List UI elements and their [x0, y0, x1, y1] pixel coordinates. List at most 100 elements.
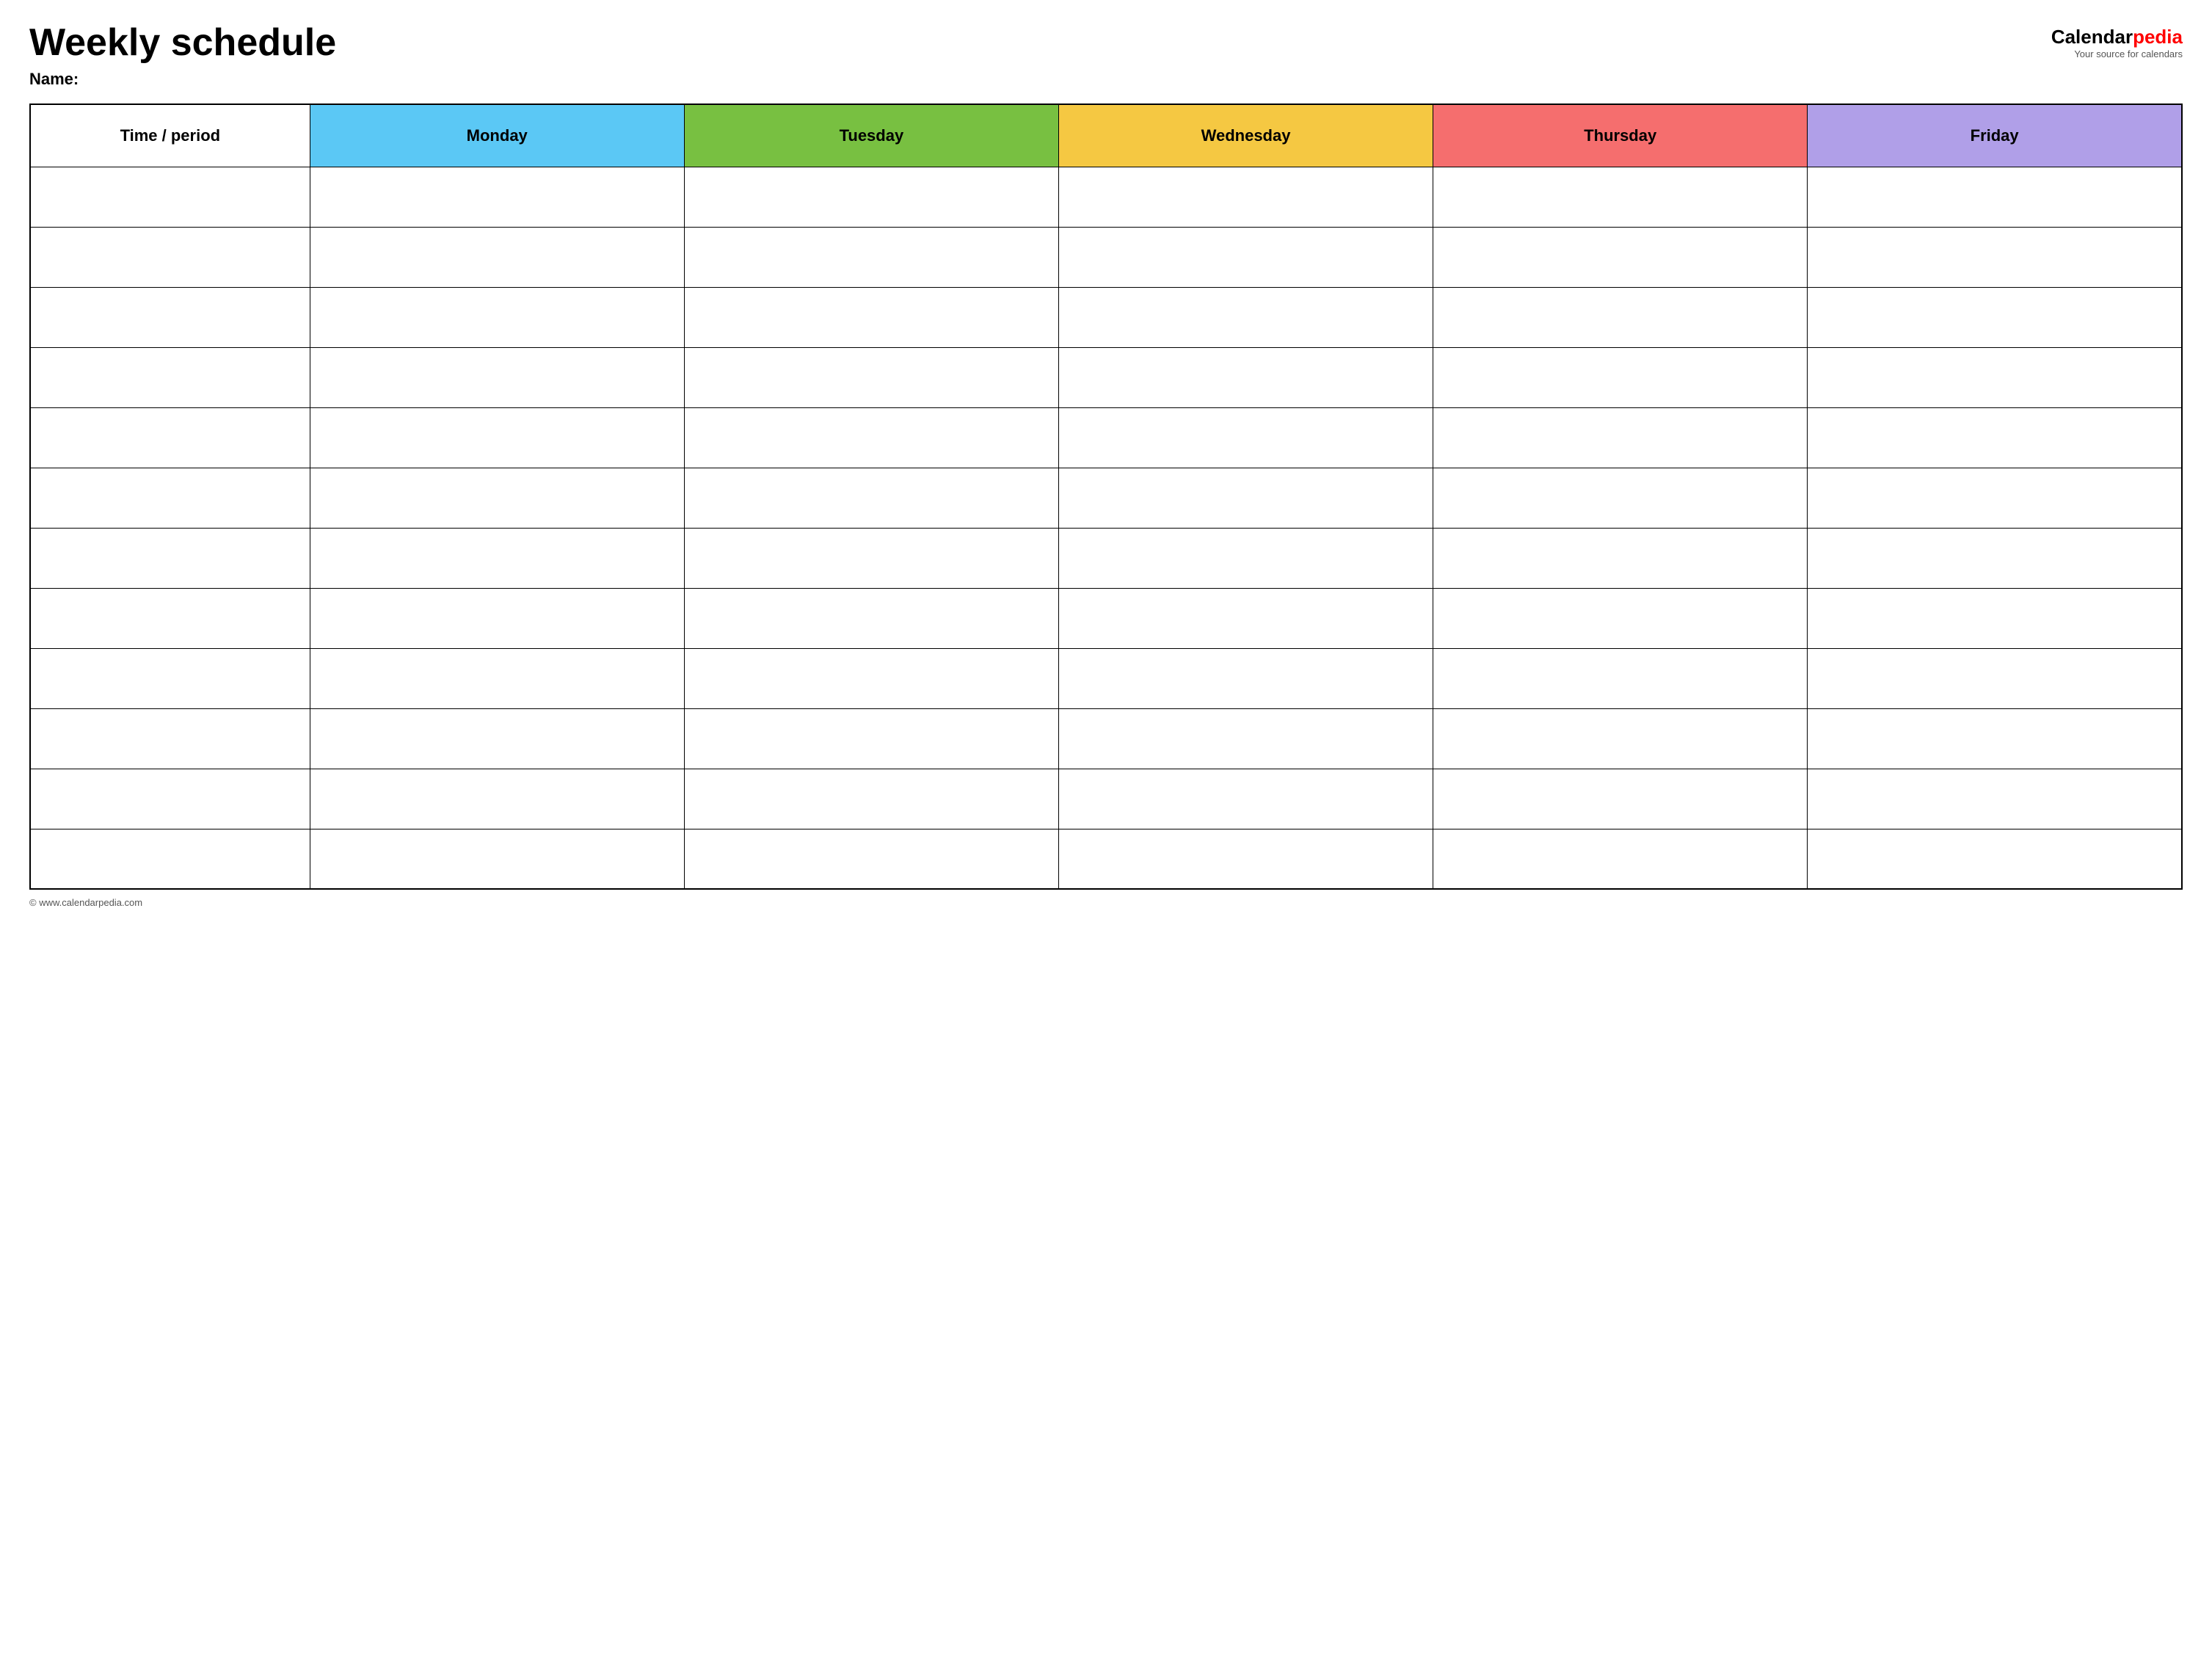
logo-pedia: pedia	[2133, 26, 2183, 48]
cell-row1-wednesday[interactable]	[1058, 167, 1433, 227]
cell-row3-time[interactable]	[30, 287, 310, 347]
cell-row5-monday[interactable]	[310, 407, 684, 468]
cell-row3-monday[interactable]	[310, 287, 684, 347]
cell-row6-monday[interactable]	[310, 468, 684, 528]
cell-row12-tuesday[interactable]	[684, 829, 1058, 889]
table-header-row: Time / period Monday Tuesday Wednesday T…	[30, 104, 2182, 167]
col-header-thursday: Thursday	[1433, 104, 1808, 167]
footer: © www.calendarpedia.com	[29, 897, 2183, 908]
cell-row1-tuesday[interactable]	[684, 167, 1058, 227]
cell-row4-tuesday[interactable]	[684, 347, 1058, 407]
cell-row10-friday[interactable]	[1808, 708, 2182, 769]
cell-row12-friday[interactable]	[1808, 829, 2182, 889]
cell-row1-monday[interactable]	[310, 167, 684, 227]
logo-section: Calendarpedia Your source for calendars	[2051, 26, 2183, 59]
cell-row11-thursday[interactable]	[1433, 769, 1808, 829]
cell-row1-time[interactable]	[30, 167, 310, 227]
cell-row10-tuesday[interactable]	[684, 708, 1058, 769]
cell-row7-tuesday[interactable]	[684, 528, 1058, 588]
cell-row10-wednesday[interactable]	[1058, 708, 1433, 769]
header: Weekly schedule Name: Calendarpedia Your…	[29, 22, 2183, 89]
cell-row2-monday[interactable]	[310, 227, 684, 287]
cell-row7-time[interactable]	[30, 528, 310, 588]
cell-row4-friday[interactable]	[1808, 347, 2182, 407]
cell-row2-thursday[interactable]	[1433, 227, 1808, 287]
cell-row11-monday[interactable]	[310, 769, 684, 829]
cell-row10-time[interactable]	[30, 708, 310, 769]
cell-row2-time[interactable]	[30, 227, 310, 287]
cell-row6-time[interactable]	[30, 468, 310, 528]
table-row	[30, 407, 2182, 468]
cell-row9-wednesday[interactable]	[1058, 648, 1433, 708]
cell-row3-tuesday[interactable]	[684, 287, 1058, 347]
cell-row2-wednesday[interactable]	[1058, 227, 1433, 287]
cell-row4-thursday[interactable]	[1433, 347, 1808, 407]
cell-row8-wednesday[interactable]	[1058, 588, 1433, 648]
cell-row8-monday[interactable]	[310, 588, 684, 648]
cell-row3-thursday[interactable]	[1433, 287, 1808, 347]
col-header-time: Time / period	[30, 104, 310, 167]
cell-row5-friday[interactable]	[1808, 407, 2182, 468]
cell-row6-thursday[interactable]	[1433, 468, 1808, 528]
cell-row5-time[interactable]	[30, 407, 310, 468]
table-row	[30, 347, 2182, 407]
cell-row2-tuesday[interactable]	[684, 227, 1058, 287]
table-row	[30, 588, 2182, 648]
cell-row9-time[interactable]	[30, 648, 310, 708]
table-row	[30, 528, 2182, 588]
cell-row3-wednesday[interactable]	[1058, 287, 1433, 347]
cell-row6-wednesday[interactable]	[1058, 468, 1433, 528]
cell-row12-time[interactable]	[30, 829, 310, 889]
cell-row8-tuesday[interactable]	[684, 588, 1058, 648]
cell-row6-friday[interactable]	[1808, 468, 2182, 528]
cell-row4-monday[interactable]	[310, 347, 684, 407]
cell-row7-friday[interactable]	[1808, 528, 2182, 588]
cell-row1-thursday[interactable]	[1433, 167, 1808, 227]
table-row	[30, 287, 2182, 347]
title-section: Weekly schedule Name:	[29, 22, 336, 89]
col-header-tuesday: Tuesday	[684, 104, 1058, 167]
cell-row9-friday[interactable]	[1808, 648, 2182, 708]
page-title: Weekly schedule	[29, 22, 336, 64]
cell-row5-tuesday[interactable]	[684, 407, 1058, 468]
cell-row2-friday[interactable]	[1808, 227, 2182, 287]
table-row	[30, 769, 2182, 829]
cell-row7-monday[interactable]	[310, 528, 684, 588]
cell-row5-thursday[interactable]	[1433, 407, 1808, 468]
name-label: Name:	[29, 70, 336, 89]
table-row	[30, 648, 2182, 708]
cell-row1-friday[interactable]	[1808, 167, 2182, 227]
cell-row12-monday[interactable]	[310, 829, 684, 889]
cell-row9-monday[interactable]	[310, 648, 684, 708]
col-header-friday: Friday	[1808, 104, 2182, 167]
cell-row12-thursday[interactable]	[1433, 829, 1808, 889]
cell-row11-friday[interactable]	[1808, 769, 2182, 829]
cell-row10-monday[interactable]	[310, 708, 684, 769]
cell-row8-thursday[interactable]	[1433, 588, 1808, 648]
cell-row5-wednesday[interactable]	[1058, 407, 1433, 468]
cell-row11-time[interactable]	[30, 769, 310, 829]
col-header-wednesday: Wednesday	[1058, 104, 1433, 167]
cell-row10-thursday[interactable]	[1433, 708, 1808, 769]
cell-row7-wednesday[interactable]	[1058, 528, 1433, 588]
cell-row7-thursday[interactable]	[1433, 528, 1808, 588]
cell-row8-time[interactable]	[30, 588, 310, 648]
cell-row12-wednesday[interactable]	[1058, 829, 1433, 889]
table-row	[30, 167, 2182, 227]
page-wrapper: Weekly schedule Name: Calendarpedia Your…	[29, 22, 2183, 908]
cell-row3-friday[interactable]	[1808, 287, 2182, 347]
footer-text: © www.calendarpedia.com	[29, 897, 142, 908]
logo-calendar: Calendar	[2051, 26, 2133, 48]
table-body	[30, 167, 2182, 889]
cell-row11-tuesday[interactable]	[684, 769, 1058, 829]
cell-row6-tuesday[interactable]	[684, 468, 1058, 528]
cell-row8-friday[interactable]	[1808, 588, 2182, 648]
cell-row9-tuesday[interactable]	[684, 648, 1058, 708]
cell-row4-time[interactable]	[30, 347, 310, 407]
cell-row11-wednesday[interactable]	[1058, 769, 1433, 829]
schedule-table: Time / period Monday Tuesday Wednesday T…	[29, 104, 2183, 890]
cell-row4-wednesday[interactable]	[1058, 347, 1433, 407]
col-header-monday: Monday	[310, 104, 684, 167]
cell-row9-thursday[interactable]	[1433, 648, 1808, 708]
logo-tagline: Your source for calendars	[2074, 48, 2183, 59]
